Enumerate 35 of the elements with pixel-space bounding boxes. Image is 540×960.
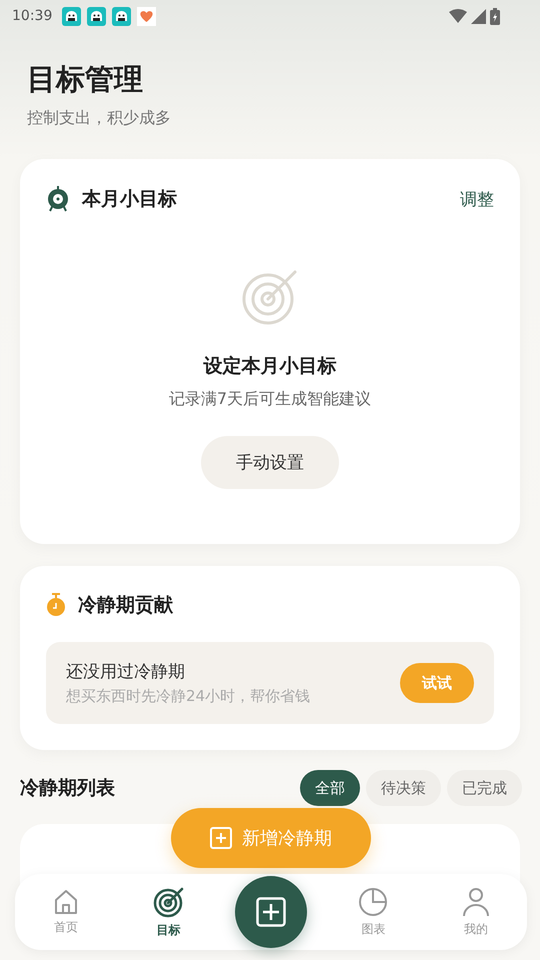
empty-title: 设定本月小目标	[204, 354, 336, 379]
robot-icon	[62, 6, 82, 26]
add-button[interactable]	[234, 876, 307, 948]
prompt-hint: 想买东西时先冷静24小时，帮你省钱	[66, 687, 310, 706]
wifi-icon	[449, 9, 467, 23]
robot-icon	[87, 6, 106, 26]
page-title: 目标管理	[27, 61, 144, 98]
status-time: 10:39	[12, 8, 52, 24]
target-icon	[242, 269, 298, 325]
stopwatch-icon	[46, 593, 66, 617]
tab-item[interactable]: 图表	[322, 886, 425, 938]
signal-icon	[471, 8, 486, 24]
prompt-title: 还没用过冷静期	[66, 661, 186, 683]
add-icon	[210, 827, 232, 849]
page-subtitle: 控制支出，积少成多	[27, 108, 172, 129]
filter-chip[interactable]: 已完成	[447, 770, 522, 806]
manual-set-button[interactable]: 手动设置	[201, 436, 339, 489]
battery-icon	[490, 8, 500, 24]
tab-item[interactable]: 首页	[15, 888, 118, 936]
tab-item[interactable]: 我的	[424, 886, 527, 938]
card-title: 本月小目标	[82, 187, 177, 212]
tab-item[interactable]: 目标	[117, 886, 220, 938]
filter-chip[interactable]: 待决策	[366, 770, 441, 806]
target-icon	[46, 185, 70, 213]
person-icon	[462, 886, 490, 916]
empty-hint: 记录满7天后可生成智能建议	[168, 389, 372, 410]
home-icon	[54, 888, 78, 914]
target-icon	[152, 886, 185, 918]
adjust-link[interactable]: 调整	[460, 188, 494, 210]
filter-chip[interactable]: 全部	[300, 770, 360, 806]
add-icon	[256, 897, 286, 927]
section-title: 冷静期列表	[20, 776, 115, 801]
pie-chart-icon	[358, 886, 388, 916]
robot-icon	[112, 6, 132, 26]
card-title: 冷静期贡献	[78, 593, 173, 618]
